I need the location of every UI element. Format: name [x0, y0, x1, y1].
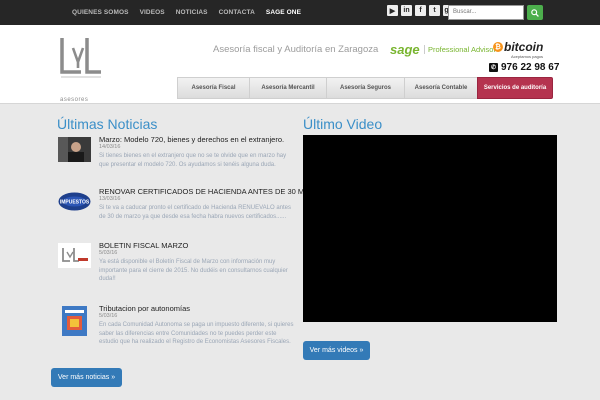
news-thumbnail-person[interactable]	[58, 137, 91, 162]
video-player[interactable]	[303, 135, 557, 322]
phone-number[interactable]: ✆ 976 22 98 67	[489, 62, 559, 73]
news-item-date: 5/03/16	[99, 313, 118, 319]
news-item-summary: Si te va a caducar pronto el certificado…	[99, 205, 291, 220]
bitcoin-badge: ₿ bitcoin Aceptamos pagos	[493, 40, 549, 60]
topnav-contacta[interactable]: CONTACTA	[219, 9, 255, 16]
professional-advisor-label: Professional Advisor	[424, 45, 496, 54]
news-section-title: Últimas Noticias	[57, 116, 158, 132]
site-logo[interactable]	[59, 34, 103, 84]
topnav-sage-one[interactable]: SAGE ONE	[266, 9, 301, 16]
news-thumbnail-logo[interactable]	[58, 243, 91, 268]
news-thumbnail-cover[interactable]	[62, 306, 87, 336]
linkedin-icon[interactable]: in	[401, 5, 412, 16]
news-item-summary: En cada Comunidad Autonoma se paga un im…	[99, 322, 294, 346]
site-tagline: Asesoría fiscal y Auditoría en Zaragoza	[213, 44, 379, 55]
news-item-title[interactable]: Tributacion por autonomías	[99, 304, 190, 313]
search-icon	[531, 8, 539, 17]
more-videos-button[interactable]: Ver más videos »	[303, 341, 370, 360]
news-item-summary: Ya está disponible el Boletín Fiscal de …	[99, 259, 288, 283]
bitcoin-sub-label: Aceptamos pagos	[511, 54, 544, 59]
search-input[interactable]: Buscar...	[448, 5, 524, 20]
video-section-title: Último Video	[303, 116, 383, 132]
site-header: asesores Asesoría fiscal y Auditoría en …	[0, 25, 600, 104]
phone-icon: ✆	[489, 63, 498, 72]
top-bar: QUIENES SOMOS VIDEOS NOTICIAS CONTACTA S…	[0, 0, 600, 25]
news-item-date: 13/03/16	[99, 196, 121, 202]
more-news-button[interactable]: Ver más noticias »	[51, 368, 122, 387]
menu-asesoria-seguros[interactable]: Asesoría Seguros	[326, 77, 404, 99]
news-item-title[interactable]: BOLETIN FISCAL MARZO	[99, 241, 188, 250]
search-button[interactable]	[527, 5, 543, 20]
top-nav: QUIENES SOMOS VIDEOS NOTICIAS CONTACTA S…	[72, 0, 312, 25]
twitter-icon[interactable]: t	[429, 5, 440, 16]
bitcoin-label: bitcoin	[504, 40, 544, 54]
menu-asesoria-contable[interactable]: Asesoría Contable	[404, 77, 477, 99]
topnav-noticias[interactable]: NOTICIAS	[176, 9, 208, 16]
topnav-quienes-somos[interactable]: QUIENES SOMOS	[72, 9, 129, 16]
bitcoin-icon: ₿	[493, 42, 503, 52]
facebook-icon[interactable]: f	[415, 5, 426, 16]
impuestos-label: IMPUESTOS	[60, 200, 90, 206]
news-item-date: 14/03/16	[99, 144, 121, 150]
news-item-title[interactable]: RENOVAR CERTIFICADOS DE HACIENDA ANTES D…	[99, 187, 325, 196]
menu-servicios-auditoria[interactable]: Servicios de auditoría	[477, 77, 553, 99]
main-menu: Asesoría Fiscal Asesoría Mercantil Aseso…	[177, 77, 553, 99]
news-item-title[interactable]: Marzo: Modelo 720, bienes y derechos en …	[99, 135, 284, 144]
social-links: ▶ in f t g+	[387, 5, 457, 16]
menu-asesoria-mercantil[interactable]: Asesoría Mercantil	[249, 77, 326, 99]
sage-logo[interactable]: sage	[390, 42, 420, 57]
phone-number-text: 976 22 98 67	[501, 62, 560, 73]
youtube-icon[interactable]: ▶	[387, 5, 398, 16]
news-thumbnail-impuestos[interactable]: IMPUESTOS	[58, 189, 91, 214]
topnav-videos[interactable]: VIDEOS	[140, 9, 165, 16]
news-item-summary: Si tienes bienes en el extranjero que no…	[99, 153, 287, 168]
logo-subtitle: asesores	[60, 97, 89, 103]
menu-asesoria-fiscal[interactable]: Asesoría Fiscal	[177, 77, 249, 99]
news-item-date: 5/03/16	[99, 250, 118, 256]
